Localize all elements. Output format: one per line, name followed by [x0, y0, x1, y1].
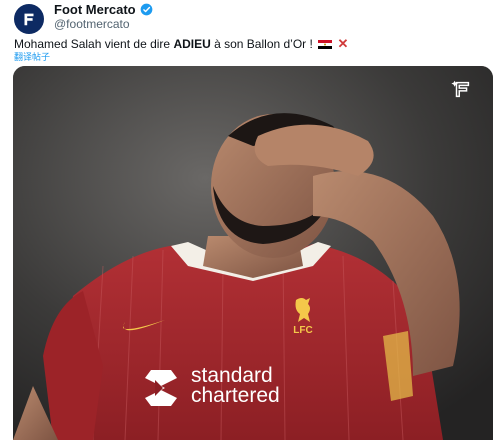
avatar[interactable] — [14, 4, 44, 34]
author-name[interactable]: Foot Mercato — [54, 2, 153, 17]
sponsor-line-2: chartered — [191, 384, 280, 407]
verified-badge-icon — [140, 3, 152, 16]
club-crest: LFC — [283, 296, 323, 336]
tweet-text: Mohamed Salah vient de dire ADIEU à son … — [14, 36, 348, 52]
author-name-label: Foot Mercato — [54, 2, 136, 17]
tweet-media[interactable]: LFC standard chartered — [13, 66, 493, 440]
author-handle[interactable]: @footmercato — [54, 17, 130, 31]
cross-mark-icon: ✕ — [337, 36, 349, 51]
swoosh-logo-icon — [123, 320, 165, 331]
liverbird-icon — [295, 298, 310, 322]
sponsor-wordmark: standard chartered — [191, 365, 280, 407]
foot-mercato-logo-icon — [451, 80, 470, 98]
foot-mercato-logo-icon — [24, 13, 34, 26]
tweet-text-start: Mohamed Salah vient de dire — [14, 37, 174, 51]
sponsor-logo-icon — [145, 370, 177, 406]
tweet-text-end: à son Ballon d’Or ! — [210, 37, 313, 51]
tweet-text-bold: ADIEU — [173, 37, 211, 51]
club-initials: LFC — [293, 325, 313, 336]
egypt-flag-icon — [318, 40, 333, 49]
translate-link[interactable]: 翻译帖子 — [14, 50, 50, 63]
